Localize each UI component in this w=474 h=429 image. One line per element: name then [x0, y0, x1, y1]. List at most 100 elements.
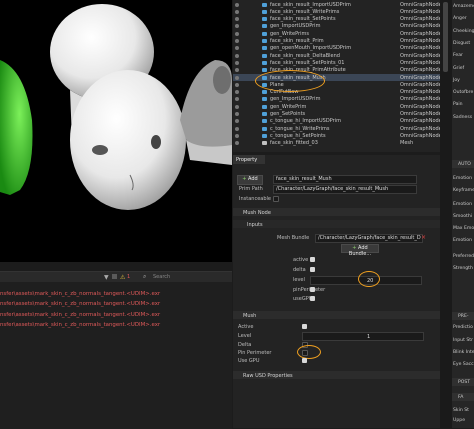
visibility-icon[interactable]: [235, 82, 239, 87]
stage-row[interactable]: face_skin_fitted_03 Mesh: [233, 140, 440, 147]
stage-row[interactable]: gen_SetPoints OmniGraphNode: [233, 111, 440, 118]
stage-row[interactable]: gen_openMouth_ImportUSDPrim OmniGraphNode: [233, 45, 440, 52]
visibility-icon[interactable]: [235, 60, 239, 65]
mush-usegpu-checkbox[interactable]: [302, 358, 307, 363]
stage-row-type: OmniGraphNode: [400, 111, 440, 117]
input-usegpu-checkbox[interactable]: [310, 296, 315, 301]
mesh-bundle-field[interactable]: /Character/LazyGraph/face_skin_result_D: [315, 234, 423, 243]
node-icon: [262, 17, 267, 22]
stage-row-name: gen_openMouth_ImportUSDPrim: [270, 45, 352, 52]
stage-row-type: OmniGraphNode: [400, 30, 440, 37]
stage-row[interactable]: face_skin_result_WritePrims OmniGraphNode: [233, 8, 440, 15]
raw-usd-header[interactable]: Raw USD Properties: [233, 371, 440, 379]
stage-row[interactable]: CurlFutBaw OmniGraphNode: [233, 89, 440, 96]
name-field[interactable]: face_skin_result_Mush: [273, 175, 417, 184]
add-bundle-button[interactable]: + Add Bundle...: [341, 244, 379, 257]
stage-row-type: OmniGraphNode: [400, 1, 440, 8]
visibility-icon[interactable]: [235, 2, 239, 7]
mush-active-checkbox[interactable]: [302, 324, 307, 329]
visibility-icon[interactable]: [235, 9, 239, 14]
input-active-checkbox[interactable]: [310, 257, 315, 262]
visibility-icon[interactable]: [235, 46, 239, 51]
node-icon: [262, 60, 267, 65]
viewport[interactable]: [0, 0, 232, 262]
mush-pinperimeter-label: Pin Perimeter: [238, 350, 272, 356]
visibility-icon[interactable]: [235, 24, 239, 29]
search-icon: ⌕: [143, 273, 147, 280]
visibility-icon[interactable]: [235, 31, 239, 36]
stage-row-name: gen_WritePrims: [270, 30, 309, 37]
stage-row-type: OmniGraphNode: [400, 132, 440, 139]
visibility-icon[interactable]: [235, 17, 239, 22]
search-input[interactable]: Search: [153, 274, 170, 280]
add-button[interactable]: + Add: [237, 175, 263, 185]
right-panel-label: Anger: [453, 16, 467, 22]
right-panel-label: Input Str: [453, 338, 473, 343]
right-panel-label: Cheeking: [453, 28, 474, 34]
clear-icon[interactable]: [112, 274, 117, 279]
mush-level-field[interactable]: 1: [302, 332, 424, 341]
visibility-icon[interactable]: [235, 68, 239, 73]
stage-row-type: OmniGraphNode: [400, 23, 440, 30]
stage-row-type: OmniGraphNode: [400, 74, 440, 81]
filter-icon[interactable]: ▼: [104, 274, 109, 281]
visibility-icon[interactable]: [235, 39, 239, 43]
stage-row[interactable]: c_tongue_hi_WritePrims OmniGraphNode: [233, 125, 440, 132]
input-pinperimeter-checkbox[interactable]: [310, 287, 315, 292]
stage-row[interactable]: face_skin_result_SetPoints_01 OmniGraphNo…: [233, 59, 440, 66]
right-panel-header[interactable]: AUTO: [452, 160, 474, 168]
stage-row-type: OmniGraphNode: [400, 45, 440, 52]
property-panel: Property + Add face_skin_result_Mush Pri…: [233, 155, 440, 428]
right-panel-header[interactable]: FA: [452, 393, 474, 401]
right-panel-header[interactable]: POST: [452, 378, 474, 386]
mush-header[interactable]: Mush: [233, 311, 440, 319]
visibility-icon[interactable]: [235, 104, 239, 109]
stage-row-type: OmniGraphNode: [400, 52, 440, 59]
prim-path-field[interactable]: /Character/LazyGraph/face_skin_result_Mu…: [273, 185, 417, 194]
white-head-front: [70, 70, 186, 210]
stage-row-name: c_tongue_hi_WritePrims: [270, 125, 330, 132]
visibility-icon[interactable]: [235, 112, 239, 116]
stage-row[interactable]: c_tongue_hi_ImportUSDPrim OmniGraphNode: [233, 118, 440, 125]
right-panel-label: Emotion: [453, 238, 472, 243]
stage-row[interactable]: gen_ImportUSDPrim OmniGraphNode: [233, 23, 440, 30]
stage-scrollbar[interactable]: [440, 0, 452, 428]
stage-row-name: face_skin_result_WritePrims: [270, 8, 340, 15]
mush-delta-label: Delta: [238, 342, 252, 348]
instanceable-checkbox[interactable]: [273, 196, 279, 202]
warning-icon[interactable]: ⚠: [120, 274, 125, 281]
visibility-icon[interactable]: [235, 90, 239, 95]
inputs-header[interactable]: Inputs: [233, 220, 440, 228]
tab-property[interactable]: Property: [233, 155, 265, 164]
stage-row-type: OmniGraphNode: [400, 16, 440, 23]
highlight-ring: [358, 271, 380, 287]
stage-row[interactable]: gen_ImportUSDPrim OmniGraphNode: [233, 96, 440, 103]
visibility-icon[interactable]: [235, 53, 239, 58]
stage-row[interactable]: face_skin_result_SetPoints OmniGraphNode: [233, 16, 440, 23]
visibility-icon[interactable]: [235, 141, 239, 146]
node-icon: [262, 24, 267, 29]
visibility-icon[interactable]: [235, 133, 239, 138]
stage-row[interactable]: gen_WritePrims OmniGraphNode: [233, 30, 440, 37]
mush-node-header[interactable]: Mush Node: [233, 208, 440, 216]
audio2face-panel: Amazeme Anger Cheeking Disgust Fear Grief Joy O…: [452, 0, 474, 428]
right-panel-label: Pain: [453, 102, 463, 108]
visibility-icon[interactable]: [235, 119, 239, 124]
stage-row-name: gen_WritePrim: [270, 103, 307, 110]
right-panel-header[interactable]: PRE-: [452, 312, 474, 320]
right-panel-label: Strength: [453, 266, 473, 271]
visibility-icon[interactable]: [235, 75, 239, 80]
input-delta-checkbox[interactable]: [310, 267, 315, 272]
stage-row[interactable]: face_skin_result_ImportUSDPrim OmniGraphN…: [233, 1, 440, 8]
stage-row[interactable]: c_tongue_hi_SetPoints OmniGraphNode: [233, 132, 440, 139]
visibility-icon[interactable]: [235, 97, 239, 102]
remove-bundle-icon[interactable]: ×: [421, 234, 426, 241]
node-icon: [262, 112, 267, 116]
stage-row[interactable]: face_skin_result_DeltaBlend OmniGraphNode: [233, 52, 440, 59]
stage-row-name: gen_ImportUSDPrim: [270, 23, 321, 30]
stage-row[interactable]: gen_WritePrim OmniGraphNode: [233, 103, 440, 110]
stage-row[interactable]: face_skin_result_Prim OmniGraphNode: [233, 38, 440, 45]
visibility-icon[interactable]: [235, 126, 239, 131]
node-icon: [262, 90, 267, 95]
input-active-label: active: [293, 257, 309, 263]
